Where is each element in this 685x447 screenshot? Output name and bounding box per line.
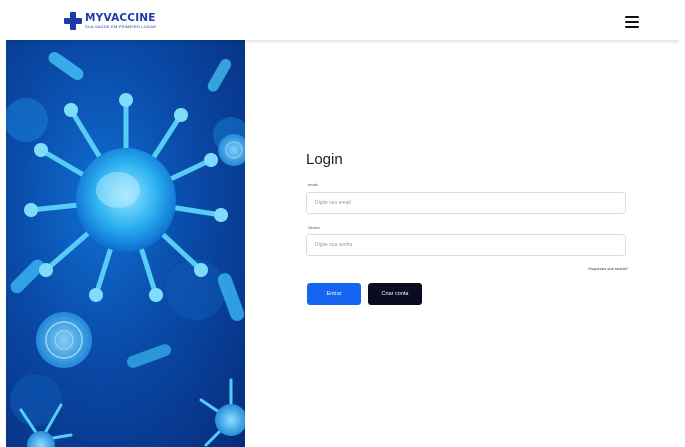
email-label: email <box>308 182 318 187</box>
brand-text: MYVACCINE SUA SAÚDE EM PRIMEIRO LUGAR <box>85 13 156 29</box>
medical-cross-icon <box>64 12 82 30</box>
forgot-password-link[interactable]: Esqueceu sua senha? <box>566 266 628 271</box>
password-label: Senha <box>308 225 320 230</box>
brand-logo[interactable]: MYVACCINE SUA SAÚDE EM PRIMEIRO LUGAR <box>64 12 156 30</box>
virus-illustration <box>6 40 245 447</box>
app-window: MYVACCINE SUA SAÚDE EM PRIMEIRO LUGAR Lo… <box>6 4 679 447</box>
create-account-button[interactable]: Criar conta <box>368 283 422 305</box>
brand-tagline: SUA SAÚDE EM PRIMEIRO LUGAR <box>85 23 157 29</box>
virus-illustration-svg <box>6 51 245 447</box>
hamburger-menu-icon[interactable] <box>625 16 639 28</box>
password-input[interactable] <box>306 234 626 256</box>
login-title: Login <box>306 151 343 168</box>
login-submit-button[interactable]: Entrar <box>307 283 361 305</box>
email-input[interactable] <box>306 192 626 214</box>
brand-title: MYVACCINE <box>85 12 156 25</box>
top-navbar: MYVACCINE SUA SAÚDE EM PRIMEIRO LUGAR <box>6 4 679 40</box>
